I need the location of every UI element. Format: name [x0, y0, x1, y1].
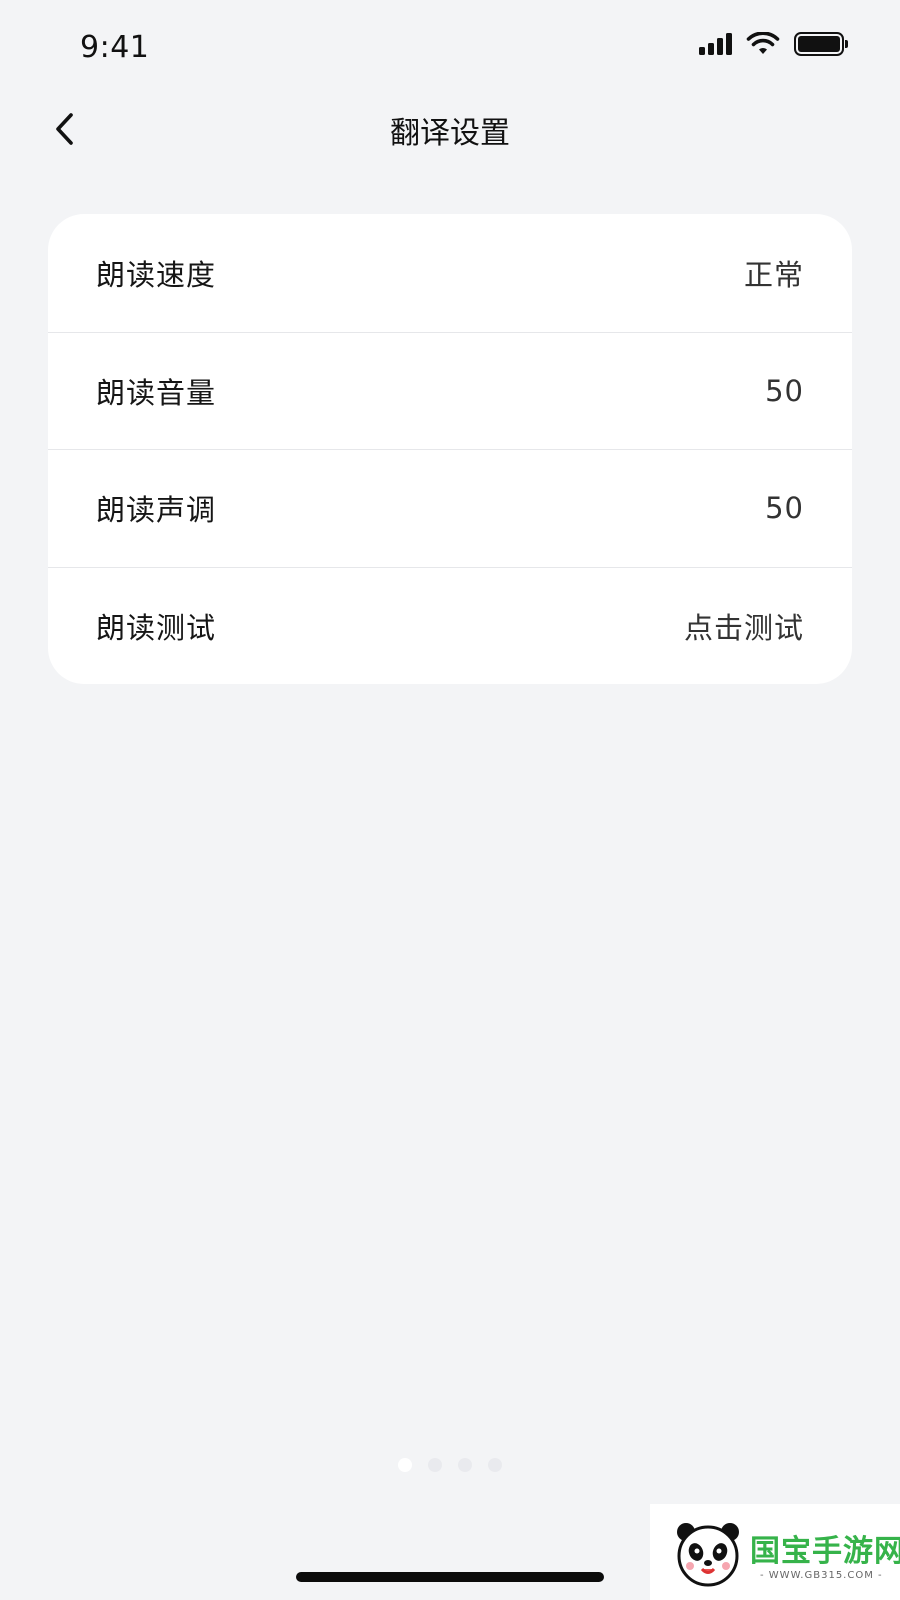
- status-time: 9:41: [80, 30, 150, 65]
- setting-label: 朗读速度: [96, 257, 217, 292]
- setting-label: 朗读声调: [96, 493, 217, 528]
- watermark-brand: 国宝手游网: [750, 1534, 900, 1569]
- wifi-icon: [746, 32, 780, 54]
- settings-card: 朗读速度 正常 朗读音量 50 朗读声调 50 朗读测试 点击测试: [48, 214, 852, 684]
- setting-value: 50: [765, 491, 804, 526]
- signal-icon: [699, 33, 732, 55]
- page-title: 翻译设置: [390, 116, 510, 151]
- page-dot: [458, 1458, 472, 1472]
- setting-row-reading-pitch[interactable]: 朗读声调 50: [48, 449, 852, 567]
- nav-bar: 翻译设置: [0, 96, 900, 166]
- watermark-url: - WWW.GB315.COM -: [760, 1570, 883, 1581]
- page-dot: [428, 1458, 442, 1472]
- setting-row-reading-volume[interactable]: 朗读音量 50: [48, 331, 852, 450]
- status-icons: [699, 32, 848, 56]
- setting-row-reading-speed[interactable]: 朗读速度 正常: [48, 214, 852, 332]
- page-indicator: [0, 1458, 900, 1472]
- setting-value: 50: [765, 373, 804, 408]
- battery-icon: [794, 32, 848, 56]
- status-bar: 9:41: [0, 0, 900, 96]
- panda-logo-icon: [677, 1523, 739, 1587]
- setting-value: 正常: [743, 257, 804, 292]
- setting-value: 点击测试: [683, 610, 804, 645]
- setting-label: 朗读音量: [96, 375, 217, 410]
- home-indicator[interactable]: [296, 1572, 604, 1582]
- setting-row-reading-test[interactable]: 朗读测试 点击测试: [48, 566, 852, 685]
- setting-label: 朗读测试: [96, 610, 217, 645]
- page-dot: [398, 1458, 412, 1472]
- watermark: 国宝手游网 - WWW.GB315.COM -: [650, 1504, 900, 1600]
- page-dot: [488, 1458, 502, 1472]
